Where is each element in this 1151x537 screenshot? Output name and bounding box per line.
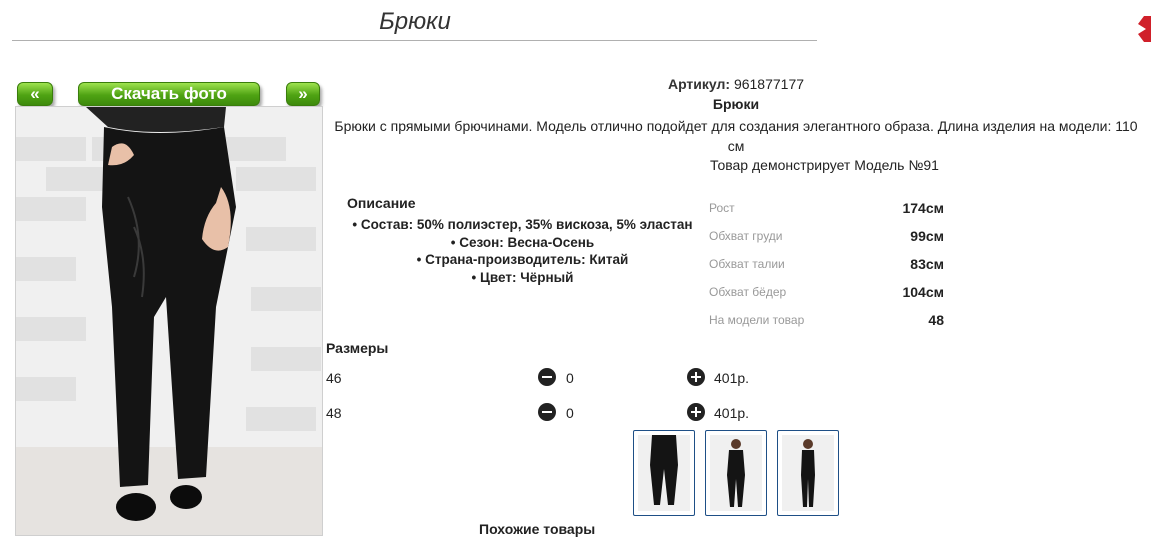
similar-products-heading: Похожие товары [479, 521, 596, 537]
price-value: 401р. [714, 405, 750, 421]
size-label: 46 [326, 370, 342, 386]
thumbnail-1[interactable] [633, 430, 695, 516]
sku-line: Артикул: 961877177 [325, 76, 1147, 92]
measurement-row: На модели товар 48 [709, 310, 944, 338]
prev-photo-button[interactable]: « [17, 82, 53, 106]
measurement-value: 48 [928, 312, 944, 328]
minus-icon[interactable] [538, 403, 556, 421]
measurement-row: Рост 174см [709, 198, 944, 226]
quantity-value: 0 [566, 405, 574, 421]
measurement-value: 104см [902, 284, 944, 300]
measurement-label: Обхват талии [709, 257, 785, 271]
measurement-label: На модели товар [709, 313, 805, 327]
title-divider [12, 40, 817, 41]
detail-item-composition: Состав: 50% полиэстер, 35% вискоза, 5% э… [325, 216, 720, 234]
plus-icon[interactable] [687, 403, 705, 421]
detail-item-country: Страна-производитель: Китай [325, 251, 720, 269]
model-measurements: Рост 174см Обхват груди 99см Обхват тали… [709, 198, 944, 338]
measurement-value: 83см [910, 256, 944, 272]
download-photo-button[interactable]: Скачать фото [78, 82, 260, 106]
thumbnail-3[interactable] [777, 430, 839, 516]
measurement-label: Обхват бёдер [709, 285, 787, 299]
measurement-row: Обхват бёдер 104см [709, 282, 944, 310]
plus-icon[interactable] [687, 368, 705, 386]
close-icon[interactable] [1138, 14, 1151, 44]
sku-label: Артикул: [667, 76, 731, 92]
main-product-photo[interactable] [15, 106, 323, 536]
product-description: Брюки с прямыми брючинами. Модель отличн… [334, 118, 1138, 154]
price-value: 401р. [714, 370, 750, 386]
description-list: Состав: 50% полиэстер, 35% вискоза, 5% э… [325, 216, 720, 286]
detail-item-season: Сезон: Весна-Осень [325, 234, 720, 252]
measurement-label: Обхват груди [709, 229, 783, 243]
measurement-value: 99см [910, 228, 944, 244]
model-note: Товар демонстрирует Модель №91 [710, 157, 939, 173]
size-row: 46 0 401р. [326, 367, 786, 389]
sku-value: 961877177 [733, 76, 805, 92]
quantity-value: 0 [566, 370, 574, 386]
measurement-value: 174см [902, 200, 944, 216]
measurement-label: Рост [709, 201, 735, 215]
page-title: Брюки [379, 8, 451, 35]
measurement-row: Обхват груди 99см [709, 226, 944, 254]
size-row: 48 0 401р. [326, 402, 786, 424]
measurement-row: Обхват талии 83см [709, 254, 944, 282]
thumbnail-2[interactable] [705, 430, 767, 516]
minus-icon[interactable] [538, 368, 556, 386]
size-label: 48 [326, 405, 342, 421]
sizes-heading: Размеры [326, 340, 389, 356]
detail-item-color: Цвет: Чёрный [325, 269, 720, 287]
description-heading: Описание [347, 195, 416, 211]
product-name: Брюки [712, 96, 760, 112]
next-photo-button[interactable]: » [286, 82, 320, 106]
